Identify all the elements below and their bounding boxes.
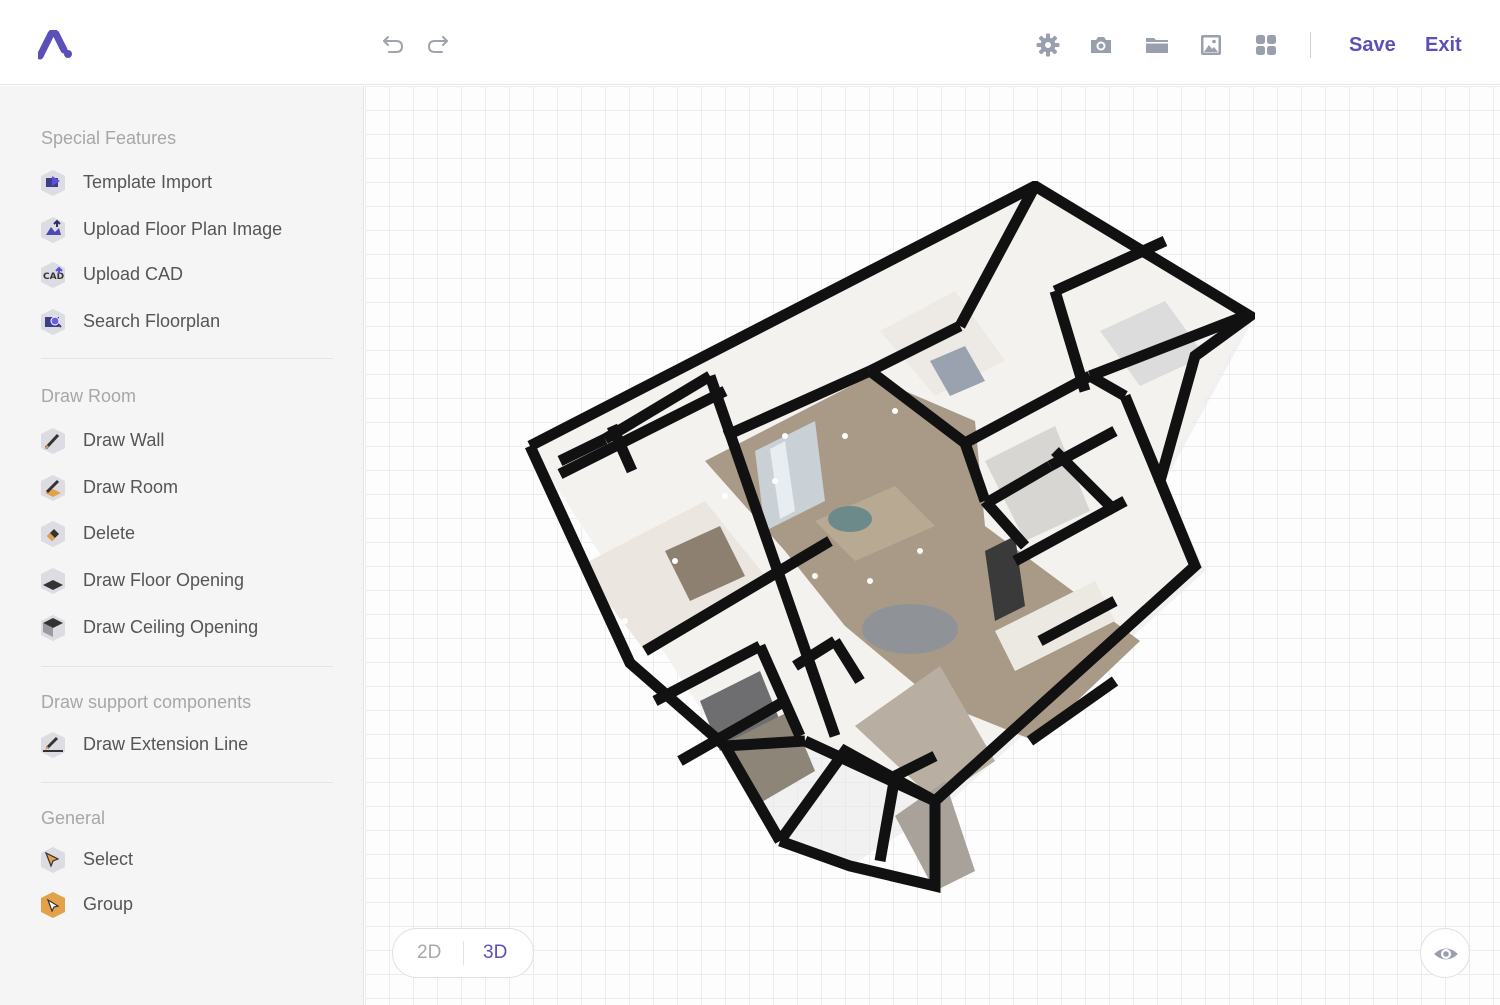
toolbar-divider <box>1310 32 1311 58</box>
camera-icon[interactable] <box>1088 32 1114 58</box>
image-icon[interactable] <box>1198 32 1224 58</box>
svg-text:CAD: CAD <box>43 272 64 282</box>
redo-icon[interactable] <box>425 30 451 56</box>
floor-opening-icon <box>41 568 65 594</box>
sidebar-item-label: Upload CAD <box>83 264 184 284</box>
section-divider <box>41 666 333 667</box>
sidebar-item-draw-ceiling-opening[interactable]: Draw Ceiling Opening <box>38 611 338 645</box>
sidebar-item-search-floorplan[interactable]: Search Floorplan <box>38 305 338 339</box>
search-floorplan-icon <box>41 309 65 335</box>
save-button[interactable]: Save <box>1349 34 1396 57</box>
select-icon <box>41 847 65 873</box>
sidebar-item-label: Group <box>83 894 134 914</box>
sidebar-item-label: Select <box>83 849 134 869</box>
top-toolbar: Save Exit <box>0 0 1500 85</box>
template-import-icon <box>41 170 65 196</box>
section-title-general: General <box>41 808 106 828</box>
view-mode-toggle: 2D 3D <box>392 928 534 978</box>
brand-logo-icon[interactable] <box>38 30 74 60</box>
upload-image-icon <box>41 217 65 243</box>
mode-2d-button[interactable]: 2D <box>417 942 441 964</box>
sidebar-item-draw-wall[interactable]: Draw Wall <box>38 424 338 458</box>
mode-divider <box>463 941 464 965</box>
ceiling-opening-icon <box>41 615 65 641</box>
folder-icon[interactable] <box>1144 32 1170 58</box>
visibility-button[interactable] <box>1420 928 1470 978</box>
sidebar-item-template-import[interactable]: Template Import <box>38 166 338 200</box>
sidebar-item-label: Draw Room <box>83 477 179 497</box>
tool-sidebar: Special Features Template Import Upload … <box>0 86 364 1005</box>
exit-button[interactable]: Exit <box>1425 34 1462 57</box>
cad-icon: CAD <box>41 262 65 288</box>
group-icon <box>41 892 65 918</box>
section-title-special-features: Special Features <box>41 128 177 148</box>
sidebar-item-label: Draw Extension Line <box>83 734 249 754</box>
sidebar-item-draw-floor-opening[interactable]: Draw Floor Opening <box>38 564 338 598</box>
design-canvas[interactable] <box>365 86 1500 1005</box>
grid-icon[interactable] <box>1253 32 1279 58</box>
eye-icon <box>1434 948 1458 960</box>
section-divider <box>41 782 333 783</box>
sidebar-item-label: Search Floorplan <box>83 311 221 331</box>
sidebar-item-group[interactable]: Group <box>38 888 338 922</box>
floor-plan-3d-model[interactable] <box>515 181 1255 951</box>
delete-icon <box>41 521 65 547</box>
sidebar-item-draw-room[interactable]: Draw Room <box>38 471 338 505</box>
sidebar-item-label: Upload Floor Plan Image <box>83 219 283 239</box>
draw-wall-icon <box>41 428 65 454</box>
sidebar-item-label: Delete <box>83 523 136 543</box>
sidebar-item-draw-extension-line[interactable]: Draw Extension Line <box>38 728 338 762</box>
sidebar-item-delete[interactable]: Delete <box>38 517 338 551</box>
sidebar-item-label: Draw Floor Opening <box>83 570 245 590</box>
section-divider <box>41 358 333 359</box>
sidebar-item-label: Template Import <box>83 172 213 192</box>
section-title-draw-room: Draw Room <box>41 386 137 406</box>
sidebar-item-select[interactable]: Select <box>38 843 338 877</box>
mode-3d-button[interactable]: 3D <box>483 942 507 964</box>
draw-room-icon <box>41 475 65 501</box>
gear-icon[interactable] <box>1035 32 1061 58</box>
sidebar-item-upload-cad[interactable]: CAD Upload CAD <box>38 258 338 292</box>
extension-line-icon <box>41 732 65 758</box>
sidebar-item-label: Draw Ceiling Opening <box>83 617 259 637</box>
sidebar-item-label: Draw Wall <box>83 430 165 450</box>
sidebar-item-upload-floor-plan-image[interactable]: Upload Floor Plan Image <box>38 213 338 247</box>
section-title-draw-support-components: Draw support components <box>41 692 252 712</box>
undo-icon[interactable] <box>380 30 406 56</box>
